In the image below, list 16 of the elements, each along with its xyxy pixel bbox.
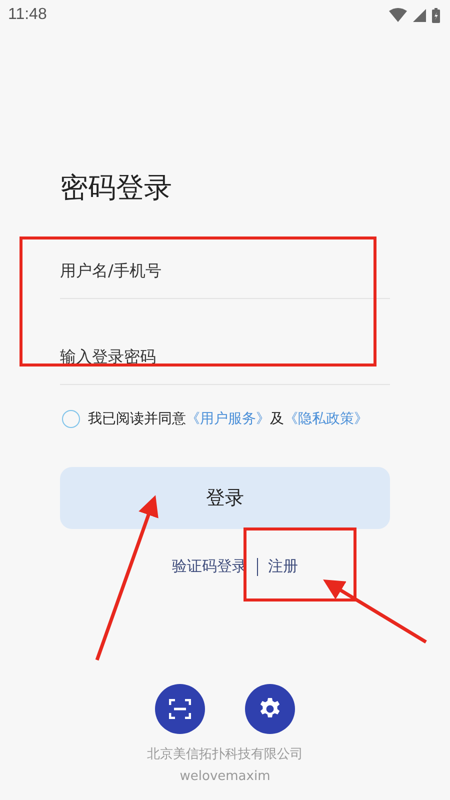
wifi-icon xyxy=(389,8,407,22)
login-button[interactable]: 登录 xyxy=(60,467,390,529)
agreement-text: 我已阅读并同意《用户服务》及《隐私政策》 xyxy=(88,410,368,428)
agreement-checkbox[interactable] xyxy=(62,410,80,428)
signal-icon xyxy=(413,8,426,22)
status-time: 11:48 xyxy=(8,6,47,24)
website-text: welovemaxim xyxy=(178,768,272,786)
input-field[interactable]: 用户名/手机号 xyxy=(60,228,390,299)
input-field[interactable]: 输入登录密码 xyxy=(60,314,390,385)
page-title: 密码登录 xyxy=(60,170,173,206)
scan-icon xyxy=(169,699,191,719)
scan-button[interactable] xyxy=(155,684,205,734)
battery-icon xyxy=(432,8,440,22)
text-link[interactable]: 注册 xyxy=(268,557,298,576)
settings-button[interactable] xyxy=(245,684,295,734)
company-name: 北京美信拓扑科技有限公司 xyxy=(146,746,304,764)
